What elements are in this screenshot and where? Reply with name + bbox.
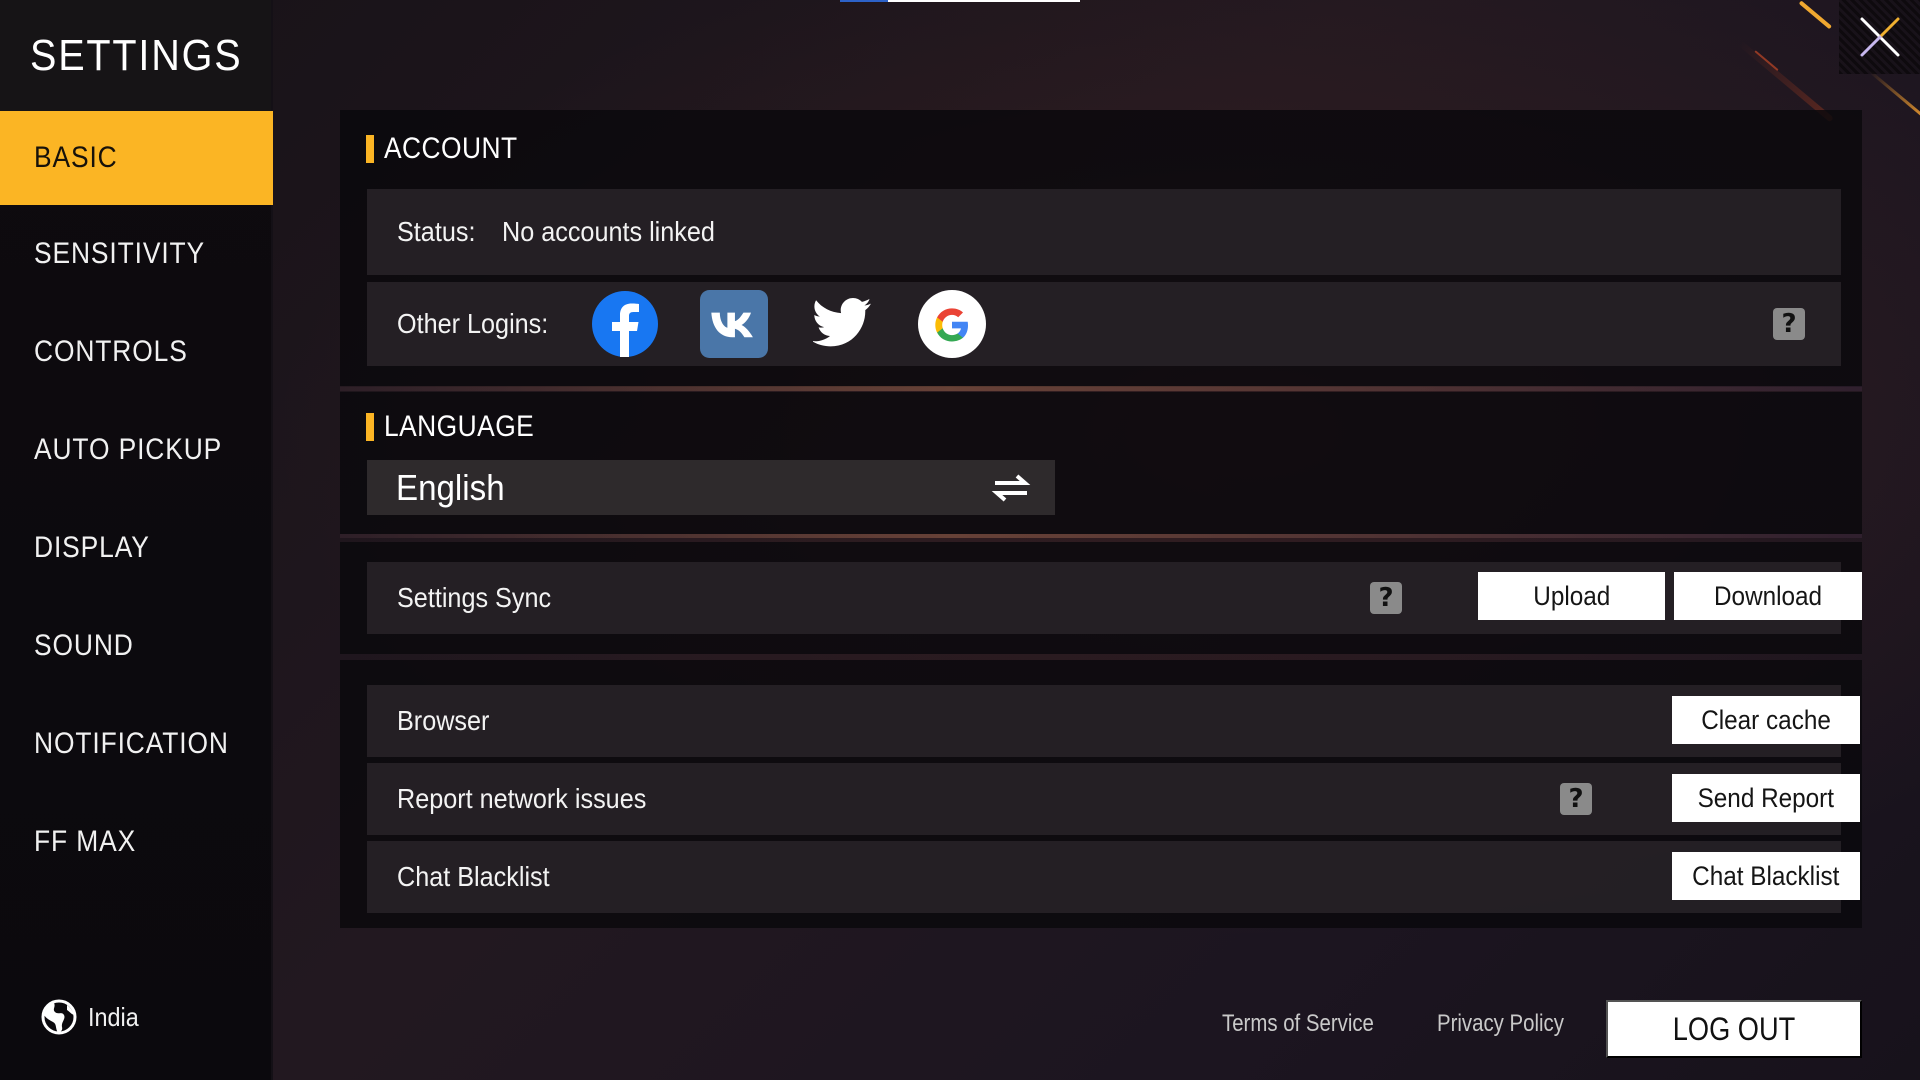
send-report-button-label: Send Report [1697,782,1835,813]
language-panel: LANGUAGE English [340,392,1862,534]
google-icon [918,290,987,358]
browser-row: Browser Clear cache [367,685,1860,757]
help-icon: ? [1378,583,1394,613]
social-login-group [591,290,1027,358]
sidebar-item-label: DISPLAY [34,531,150,564]
close-button[interactable] [1839,0,1920,74]
misc-panel: Browser Clear cache Report network issue… [340,660,1862,928]
sidebar-item-controls[interactable]: CONTROLS [0,303,271,401]
swap-arrows-icon [991,473,1031,502]
clear-cache-button[interactable]: Clear cache [1672,696,1860,744]
section-title-text: LANGUAGE [384,410,535,443]
section-title-text: ACCOUNT [384,132,518,165]
sidebar: SETTINGS BASIC SENSITIVITY CONTROLS AUTO… [0,0,273,1080]
sidebar-item-display[interactable]: DISPLAY [0,499,271,597]
privacy-policy-link[interactable]: Privacy Policy [1437,1010,1586,1038]
report-network-label: Report network issues [397,783,647,814]
report-help-button[interactable]: ? [1560,783,1592,815]
vk-login-button[interactable] [700,290,769,358]
clear-cache-button-label: Clear cache [1701,704,1831,735]
vk-icon [700,290,769,358]
sidebar-item-auto-pickup[interactable]: AUTO PICKUP [0,401,271,499]
sidebar-item-label: FF MAX [34,825,137,858]
chat-blacklist-button-label: Chat Blacklist [1692,860,1840,891]
close-icon [1860,17,1899,57]
globe-icon [41,999,77,1035]
help-icon: ? [1781,309,1797,339]
help-icon: ? [1568,784,1584,814]
panel-divider [340,534,1862,538]
settings-sync-panel: Settings Sync ? Upload Download [340,542,1862,654]
account-status-row: Status: No accounts linked [367,189,1841,275]
chat-blacklist-button[interactable]: Chat Blacklist [1672,852,1860,900]
language-select[interactable]: English [367,460,1055,515]
other-logins-row: Other Logins: ? [367,282,1841,366]
top-indicator-bar [840,0,1080,2]
language-section-title: LANGUAGE [366,410,555,444]
settings-sync-label: Settings Sync [397,582,552,613]
sidebar-item-basic[interactable]: BASIC [0,111,273,205]
privacy-link-text: Privacy Policy [1437,1010,1564,1037]
sidebar-header: SETTINGS [0,0,271,111]
sidebar-item-notification[interactable]: NOTIFICATION [0,695,271,793]
sidebar-item-sound[interactable]: SOUND [0,597,271,695]
page-title: SETTINGS [30,30,243,80]
upload-button-label: Upload [1532,580,1611,611]
account-section-title: ACCOUNT [366,132,536,166]
account-panel: ACCOUNT Status: No accounts linked Other… [340,110,1862,387]
language-selected-value: English [396,466,505,508]
top-indicator-segment [840,0,888,2]
settings-screen: SETTINGS BASIC SENSITIVITY CONTROLS AUTO… [0,0,1920,1080]
status-label: Status: [397,216,476,247]
twitter-icon [813,298,872,347]
settings-sync-help-button[interactable]: ? [1370,582,1402,614]
sidebar-item-label: BASIC [34,141,118,174]
send-report-button[interactable]: Send Report [1672,774,1860,822]
upload-button[interactable]: Upload [1478,572,1665,620]
facebook-icon [592,291,659,357]
sidebar-item-ff-max[interactable]: FF MAX [0,793,271,891]
decor-streak [1869,70,1920,125]
sidebar-item-label: SENSITIVITY [34,237,206,270]
status-value: No accounts linked [502,216,716,247]
google-login-button[interactable] [918,290,987,358]
facebook-login-button[interactable] [591,290,659,358]
report-network-row: Report network issues ? Send Report [367,763,1860,835]
sidebar-nav: BASIC SENSITIVITY CONTROLS AUTO PICKUP D… [0,111,273,891]
sidebar-item-label: AUTO PICKUP [34,433,223,466]
region-label: India [88,1001,139,1032]
browser-label: Browser [397,705,490,736]
top-indicator-segment [888,0,1080,2]
twitter-login-button[interactable] [809,290,877,358]
log-out-button-label: LOG OUT [1672,1010,1796,1047]
settings-sync-row: Settings Sync ? Upload Download [367,562,1862,634]
region-selector[interactable]: India [40,998,144,1036]
sidebar-item-label: CONTROLS [34,335,188,368]
sidebar-item-sensitivity[interactable]: SENSITIVITY [0,205,271,303]
terms-link-text: Terms of Service [1222,1010,1374,1037]
chat-blacklist-label: Chat Blacklist [397,861,550,892]
account-help-button[interactable]: ? [1773,308,1805,340]
panel-divider [340,386,1862,391]
section-accent-bar [366,135,374,163]
sidebar-item-label: NOTIFICATION [34,727,229,760]
download-button[interactable]: Download [1674,572,1862,620]
decor-streak [1798,0,1832,30]
download-button-label: Download [1713,580,1823,611]
sidebar-item-label: SOUND [34,629,134,662]
terms-of-service-link[interactable]: Terms of Service [1222,1010,1401,1038]
chat-blacklist-row: Chat Blacklist Chat Blacklist [367,841,1860,913]
section-accent-bar [366,413,374,441]
log-out-button[interactable]: LOG OUT [1606,1000,1862,1058]
other-logins-label: Other Logins: [397,308,549,339]
